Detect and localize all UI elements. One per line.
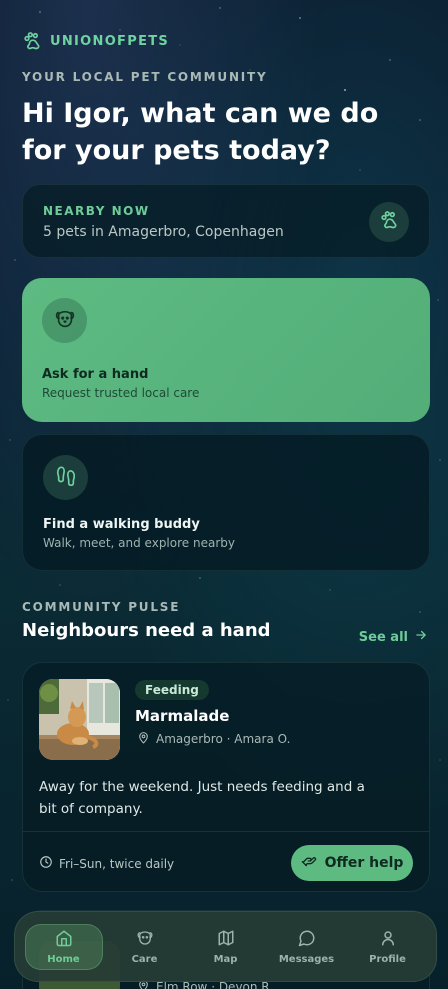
pet-photo [39, 679, 120, 760]
nearby-text: 5 pets in Amagerbro, Copenhagen [43, 224, 284, 240]
see-all-label: See all [358, 629, 408, 645]
brand-name: UNIONOFPETS [50, 33, 170, 49]
user-icon [379, 929, 397, 950]
request-schedule-text: Fri–Sun, twice daily [59, 856, 175, 871]
request-card[interactable]: Feeding Marmalade Amagerbro · Amara O. A… [22, 662, 430, 892]
brand: UNIONOFPETS [22, 31, 169, 51]
tab-label: Care [131, 953, 158, 965]
paw-icon [22, 31, 42, 51]
ask-subtitle: Request trusted local care [42, 386, 200, 400]
request-description: Away for the weekend. Just needs feeding… [39, 779, 365, 817]
walking-buddy-card[interactable]: Find a walking buddy Walk, meet, and exp… [22, 434, 430, 571]
tab-care[interactable]: Care [106, 924, 184, 970]
nearby-paw-button[interactable] [369, 202, 409, 242]
map-icon [217, 929, 235, 950]
pet-name: Marmalade [135, 707, 230, 725]
tab-label: Map [213, 953, 238, 965]
tab-home[interactable]: Home [24, 923, 103, 970]
see-all-link[interactable]: See all [359, 628, 428, 646]
paw-icon [379, 210, 399, 234]
tab-map[interactable]: Map [187, 924, 265, 970]
dog-face-icon [136, 929, 154, 950]
offer-help-button[interactable]: Offer help [291, 845, 413, 881]
community-title: Neighbours need a hand [22, 620, 271, 641]
nearby-card[interactable]: NEARBY NOW 5 pets in Amagerbro, Copenhag… [22, 184, 430, 258]
home-screen: UNIONOFPETS YOUR LOCAL PET COMMUNITY Hi … [0, 0, 448, 989]
tab-profile[interactable]: Profile [349, 924, 427, 970]
community-eyebrow: COMMUNITY PULSE [22, 600, 181, 614]
tab-label: Profile [369, 953, 406, 965]
hero-eyebrow: YOUR LOCAL PET COMMUNITY [22, 70, 268, 84]
tab-label: Home [47, 953, 80, 965]
ask-for-hand-card[interactable]: Ask for a hand Request trusted local car… [22, 278, 430, 422]
request-tag: Feeding [135, 680, 209, 700]
location-pin-icon [137, 731, 150, 747]
request-divider [23, 831, 429, 832]
chat-bubble-icon [298, 929, 316, 950]
tab-messages[interactable]: Messages [268, 924, 346, 970]
walk-subtitle: Walk, meet, and explore nearby [43, 536, 235, 550]
home-icon [55, 929, 73, 950]
hero-headline: Hi Igor, what can we do for your pets to… [22, 98, 379, 166]
bottom-tab-bar: Home Care Map Messages Profile [14, 911, 437, 982]
walk-icon-badge [43, 455, 88, 500]
arrow-right-icon [414, 628, 428, 646]
pet-location-text: Amagerbro · Amara O. [156, 732, 291, 746]
pet-location: Amagerbro · Amara O. [137, 731, 290, 747]
dog-face-icon [54, 308, 76, 334]
ask-title: Ask for a hand [42, 367, 149, 382]
tab-label: Messages [278, 953, 335, 965]
clock-icon [39, 855, 53, 872]
offer-help-label: Offer help [324, 855, 404, 871]
request-schedule: Fri–Sun, twice daily [39, 855, 174, 872]
helping-hand-icon [301, 853, 317, 873]
ask-icon-badge [42, 298, 87, 343]
nearby-label: NEARBY NOW [43, 204, 150, 218]
walk-title: Find a walking buddy [43, 517, 200, 532]
footprints-icon [55, 465, 77, 491]
